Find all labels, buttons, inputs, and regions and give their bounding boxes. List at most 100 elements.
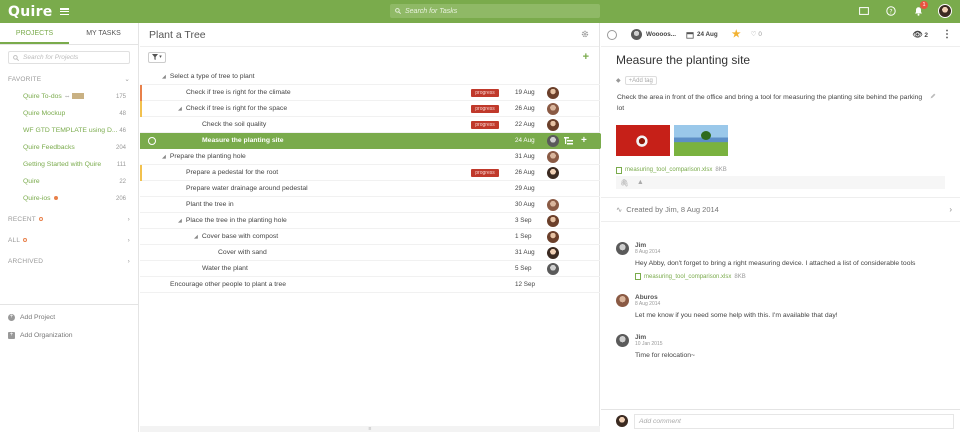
comment-author[interactable]: Aburos bbox=[635, 294, 658, 301]
chevron-right-icon[interactable]: › bbox=[949, 205, 952, 214]
activity-header[interactable]: ∿ Created by Jim, 8 Aug 2014 › bbox=[601, 198, 960, 222]
app-logo[interactable]: Quire bbox=[8, 4, 53, 20]
project-search-input[interactable]: Search for Projects bbox=[8, 51, 130, 64]
project-item[interactable]: Quire To-dos ⇔ 175 bbox=[0, 88, 138, 105]
filter-button[interactable]: ▾ bbox=[148, 51, 166, 63]
collapse-triangle-icon[interactable]: ◢ bbox=[162, 74, 166, 80]
project-item[interactable]: Quire Mockup 48 bbox=[0, 105, 138, 122]
attachment-image-coffee[interactable] bbox=[616, 125, 670, 156]
task-row[interactable]: Cover with sand 31 Aug bbox=[140, 245, 600, 261]
task-row[interactable]: Plant the tree in 30 Aug bbox=[140, 197, 600, 213]
task-due-date[interactable]: 29 Aug bbox=[515, 181, 535, 197]
followers-button[interactable]: 👁 2 bbox=[912, 30, 928, 39]
complete-checkbox[interactable] bbox=[148, 137, 156, 145]
like-button[interactable]: ♡ 0 bbox=[751, 31, 762, 38]
task-due-date[interactable]: 26 Aug bbox=[515, 101, 535, 117]
collapse-triangle-icon[interactable]: ◢ bbox=[194, 234, 198, 240]
task-due-date[interactable]: 5 Sep bbox=[515, 261, 531, 277]
task-row[interactable]: Prepare water drainage around pedestal 2… bbox=[140, 181, 600, 197]
task-due-date[interactable]: 22 Aug bbox=[515, 117, 535, 133]
settings-gear-icon[interactable] bbox=[581, 30, 589, 40]
attachment-image-tree[interactable] bbox=[674, 125, 728, 156]
chevron-right-icon[interactable]: › bbox=[128, 258, 130, 265]
task-due-date[interactable]: 26 Aug bbox=[515, 165, 535, 181]
task-due-date[interactable]: 3 Sep bbox=[515, 213, 531, 229]
complete-checkbox[interactable] bbox=[607, 29, 617, 40]
collapse-triangle-icon[interactable]: ◢ bbox=[178, 218, 182, 224]
inbox-icon[interactable] bbox=[857, 4, 871, 18]
user-avatar[interactable] bbox=[938, 4, 952, 18]
task-row[interactable]: ◢ Place the tree in the planting hole 3 S… bbox=[140, 213, 600, 229]
collapse-triangle-icon[interactable]: ◢ bbox=[162, 154, 166, 160]
chevron-down-icon[interactable]: ⌄ bbox=[124, 75, 130, 83]
assignee-avatar[interactable] bbox=[547, 103, 559, 115]
assignee-avatar[interactable] bbox=[547, 119, 559, 131]
project-item[interactable]: Quire-ios 206 bbox=[0, 190, 138, 207]
collapse-triangle-icon[interactable]: ◢ bbox=[178, 106, 182, 112]
tab-my-tasks[interactable]: MY TASKS bbox=[69, 23, 138, 44]
task-row[interactable]: ◢ Select a type of tree to plant bbox=[140, 69, 600, 85]
chevron-right-icon[interactable]: › bbox=[128, 216, 130, 223]
comment-author[interactable]: Jim bbox=[635, 334, 646, 341]
task-row[interactable]: Prepare a pedestal for the root progress… bbox=[140, 165, 600, 181]
project-item[interactable]: WF GTD TEMPLATE using D... 46 bbox=[0, 122, 138, 139]
task-due-date[interactable]: 12 Sep bbox=[515, 277, 535, 293]
edit-pencil-icon[interactable] bbox=[930, 93, 936, 99]
project-item[interactable]: Quire 22 bbox=[0, 173, 138, 190]
task-row[interactable]: Water the plant 5 Sep bbox=[140, 261, 600, 277]
task-due-date[interactable]: 31 Aug bbox=[515, 149, 535, 165]
task-due-date[interactable]: 19 Aug bbox=[515, 85, 535, 101]
progress-tag[interactable]: progress bbox=[471, 169, 499, 177]
task-row-selected[interactable]: Measure the planting site 24 Aug + bbox=[140, 133, 607, 149]
chevron-right-icon[interactable]: › bbox=[128, 237, 130, 244]
assignee-avatar[interactable] bbox=[547, 87, 559, 99]
assignee-avatar[interactable] bbox=[547, 135, 559, 147]
add-subtask-plus-icon[interactable]: + bbox=[581, 133, 587, 149]
resize-handle[interactable]: ≡ bbox=[140, 426, 600, 432]
assignee-avatar[interactable] bbox=[547, 247, 559, 259]
assignee-avatar[interactable] bbox=[547, 199, 559, 211]
tab-projects[interactable]: PROJECTS bbox=[0, 23, 69, 44]
comment-avatar[interactable] bbox=[616, 242, 629, 255]
task-row[interactable]: Check if tree is right for the climate p… bbox=[140, 85, 600, 101]
task-row[interactable]: ◢ Cover base with compost 1 Sep bbox=[140, 229, 600, 245]
progress-tag[interactable]: progress bbox=[471, 105, 499, 113]
star-icon[interactable]: ★ bbox=[732, 29, 741, 40]
assignee-avatar[interactable] bbox=[547, 151, 559, 163]
task-due-date[interactable]: 1 Sep bbox=[515, 229, 531, 245]
add-organization-button[interactable]: + Add Organization bbox=[0, 326, 139, 344]
comment-avatar[interactable] bbox=[616, 334, 629, 347]
task-description[interactable]: Check the area in front of the office an… bbox=[601, 87, 946, 117]
comment-attachment[interactable]: measuring_tool_comparison.xlsx 8KB bbox=[635, 273, 746, 280]
task-row[interactable]: ◢ Check if tree is right for the space pr… bbox=[140, 101, 600, 117]
task-due-date[interactable]: 30 Aug bbox=[515, 197, 535, 213]
task-row[interactable]: Encourage other people to plant a tree 1… bbox=[140, 277, 600, 293]
comment-avatar[interactable] bbox=[616, 294, 629, 307]
add-comment-input[interactable]: Add comment bbox=[634, 413, 954, 429]
paperclip-icon[interactable]: 🖇 bbox=[620, 179, 629, 187]
favorite-header[interactable]: FAVORITE ⌄ bbox=[0, 70, 138, 88]
menu-icon[interactable] bbox=[59, 8, 69, 15]
cloud-drive-icon[interactable]: ▲ bbox=[637, 179, 644, 186]
comment-author[interactable]: Jim bbox=[635, 242, 646, 249]
task-title[interactable]: Measure the planting site bbox=[601, 47, 960, 73]
progress-tag[interactable]: progress bbox=[471, 89, 499, 97]
task-row[interactable]: ◢ Prepare the planting hole 31 Aug bbox=[140, 149, 600, 165]
task-due-date[interactable]: 31 Aug bbox=[515, 245, 535, 261]
assignee-avatar[interactable] bbox=[547, 231, 559, 243]
add-task-plus-icon[interactable]: + bbox=[583, 51, 589, 63]
task-due-date[interactable]: 24 Aug bbox=[515, 133, 535, 149]
assignee-field[interactable]: Woooos... bbox=[631, 29, 676, 40]
notification-bell-icon[interactable]: 1 bbox=[911, 1, 928, 18]
assignee-avatar[interactable] bbox=[547, 215, 559, 227]
project-item[interactable]: Quire Feedbacks 204 bbox=[0, 139, 138, 156]
recent-header[interactable]: RECENT › bbox=[0, 210, 138, 228]
more-menu-icon[interactable]: ⋮ bbox=[942, 29, 952, 40]
assignee-avatar[interactable] bbox=[547, 167, 559, 179]
all-header[interactable]: ALL › bbox=[0, 231, 138, 249]
project-item[interactable]: Getting Started with Quire 111 bbox=[0, 156, 138, 173]
attachment-file[interactable]: measuring_tool_comparison.xlsx 8KB bbox=[601, 164, 960, 176]
help-icon[interactable]: ? bbox=[884, 4, 898, 18]
due-date-field[interactable]: 24 Aug bbox=[686, 31, 718, 39]
add-project-button[interactable]: + Add Project bbox=[0, 308, 139, 326]
